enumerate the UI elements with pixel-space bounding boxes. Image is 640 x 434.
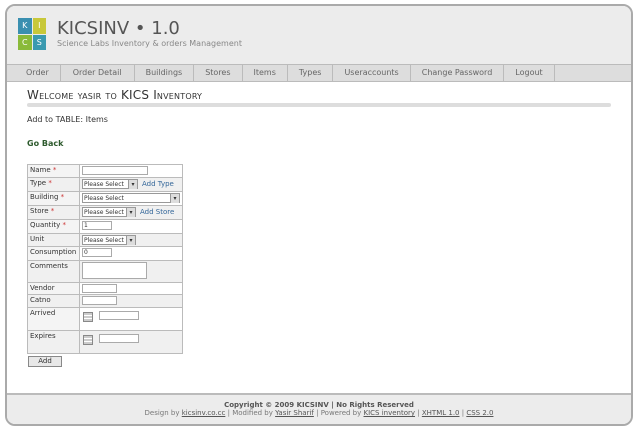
label-consumption: Consumption [27,246,80,261]
nav-items[interactable]: Items [243,65,288,81]
footer-credits: Design by kicsinv.co.cc | Modified by Ya… [7,409,631,417]
add-button[interactable]: Add [28,356,62,367]
label-text: Consumption [30,248,77,256]
nav-order[interactable]: Order [15,65,61,81]
quantity-input[interactable]: 1 [82,221,112,230]
name-input[interactable] [82,166,148,175]
xhtml-link[interactable]: XHTML 1.0 [422,409,460,417]
store-select[interactable]: Please Select [82,207,136,217]
required-mark: * [48,179,52,187]
label-text: Unit [30,235,45,243]
label-comments: Comments [27,260,80,283]
logo-tile: I [32,18,46,34]
required-mark: * [50,207,55,215]
label-text: Arrived [30,309,56,317]
label-name: Name * [27,164,80,178]
label-text: Store [30,207,49,215]
label-expires: Expires [27,330,80,354]
add-store-link[interactable]: Add Store [140,208,174,216]
expires-input[interactable] [99,334,139,343]
nav-change-password[interactable]: Change Password [411,65,505,81]
footer-text: | Modified by [227,409,273,417]
site-title: KICSINV • 1.0 [57,18,180,39]
label-text: Building [30,193,59,201]
footer-text: | Powered by [316,409,362,417]
nav-logout[interactable]: Logout [504,65,555,81]
required-mark: * [60,193,65,201]
calendar-icon[interactable] [83,335,93,345]
separator: | [417,409,420,417]
logo-tile: K [18,18,32,34]
divider [27,103,611,107]
label-quantity: Quantity * [27,219,80,234]
label-text: Name [30,166,51,174]
label-text: Quantity [30,221,61,229]
label-building: Building * [27,191,80,206]
item-form: Name * Type *Please SelectAdd Type Build… [27,164,183,354]
label-text: Type [30,179,47,187]
building-select[interactable]: Please Select [82,193,180,203]
nav-buildings[interactable]: Buildings [135,65,195,81]
page-window: K I C S KICSINV • 1.0 Science Labs Inven… [5,4,633,426]
label-vendor: Vendor [27,282,80,295]
welcome-heading: Welcome yasir to KICS Inventory [27,88,203,102]
comments-textarea[interactable] [82,262,147,279]
arrived-input[interactable] [99,311,139,320]
design-link[interactable]: kicsinv.co.cc [182,409,226,417]
add-type-link[interactable]: Add Type [142,180,174,188]
required-mark: * [52,166,57,174]
separator: | [461,409,465,417]
copyright: Copyright © 2009 KICSINV | No Rights Res… [224,401,414,409]
label-type: Type * [27,177,80,192]
catno-input[interactable] [82,296,117,305]
label-arrived: Arrived [27,307,80,331]
logo: K I C S [18,18,46,50]
logo-tile: S [32,34,46,50]
label-text: Comments [30,262,68,270]
main-nav: Order Order Detail Buildings Stores Item… [7,64,631,82]
nav-types[interactable]: Types [288,65,334,81]
label-catno: Catno [27,294,80,308]
vendor-input[interactable] [82,284,117,293]
consumption-input[interactable]: 0 [82,248,112,257]
add-to-table-label: Add to TABLE: Items [27,115,108,124]
required-mark: * [62,221,66,229]
label-text: Expires [30,332,56,340]
logo-tile: C [18,34,32,50]
footer-text: Design by [144,409,180,417]
label-unit: Unit [27,233,80,247]
site-subtitle: Science Labs Inventory & orders Manageme… [57,39,242,48]
type-select[interactable]: Please Select [82,179,138,189]
powered-by-link[interactable]: KICS inventory [364,409,416,417]
label-store: Store * [27,205,80,220]
go-back-link[interactable]: Go Back [27,139,63,148]
footer: Copyright © 2009 KICSINV | No Rights Res… [7,393,631,424]
unit-select[interactable]: Please Select [82,235,136,245]
nav-stores[interactable]: Stores [194,65,243,81]
nav-useraccounts[interactable]: Useraccounts [333,65,411,81]
css-link[interactable]: CSS 2.0 [466,409,493,417]
header: K I C S KICSINV • 1.0 Science Labs Inven… [7,6,631,64]
nav-order-detail[interactable]: Order Detail [61,65,135,81]
modified-by-link[interactable]: Yasir Sharif [275,409,314,417]
label-text: Catno [30,296,51,304]
calendar-icon[interactable] [83,312,93,322]
label-text: Vendor [30,284,55,292]
